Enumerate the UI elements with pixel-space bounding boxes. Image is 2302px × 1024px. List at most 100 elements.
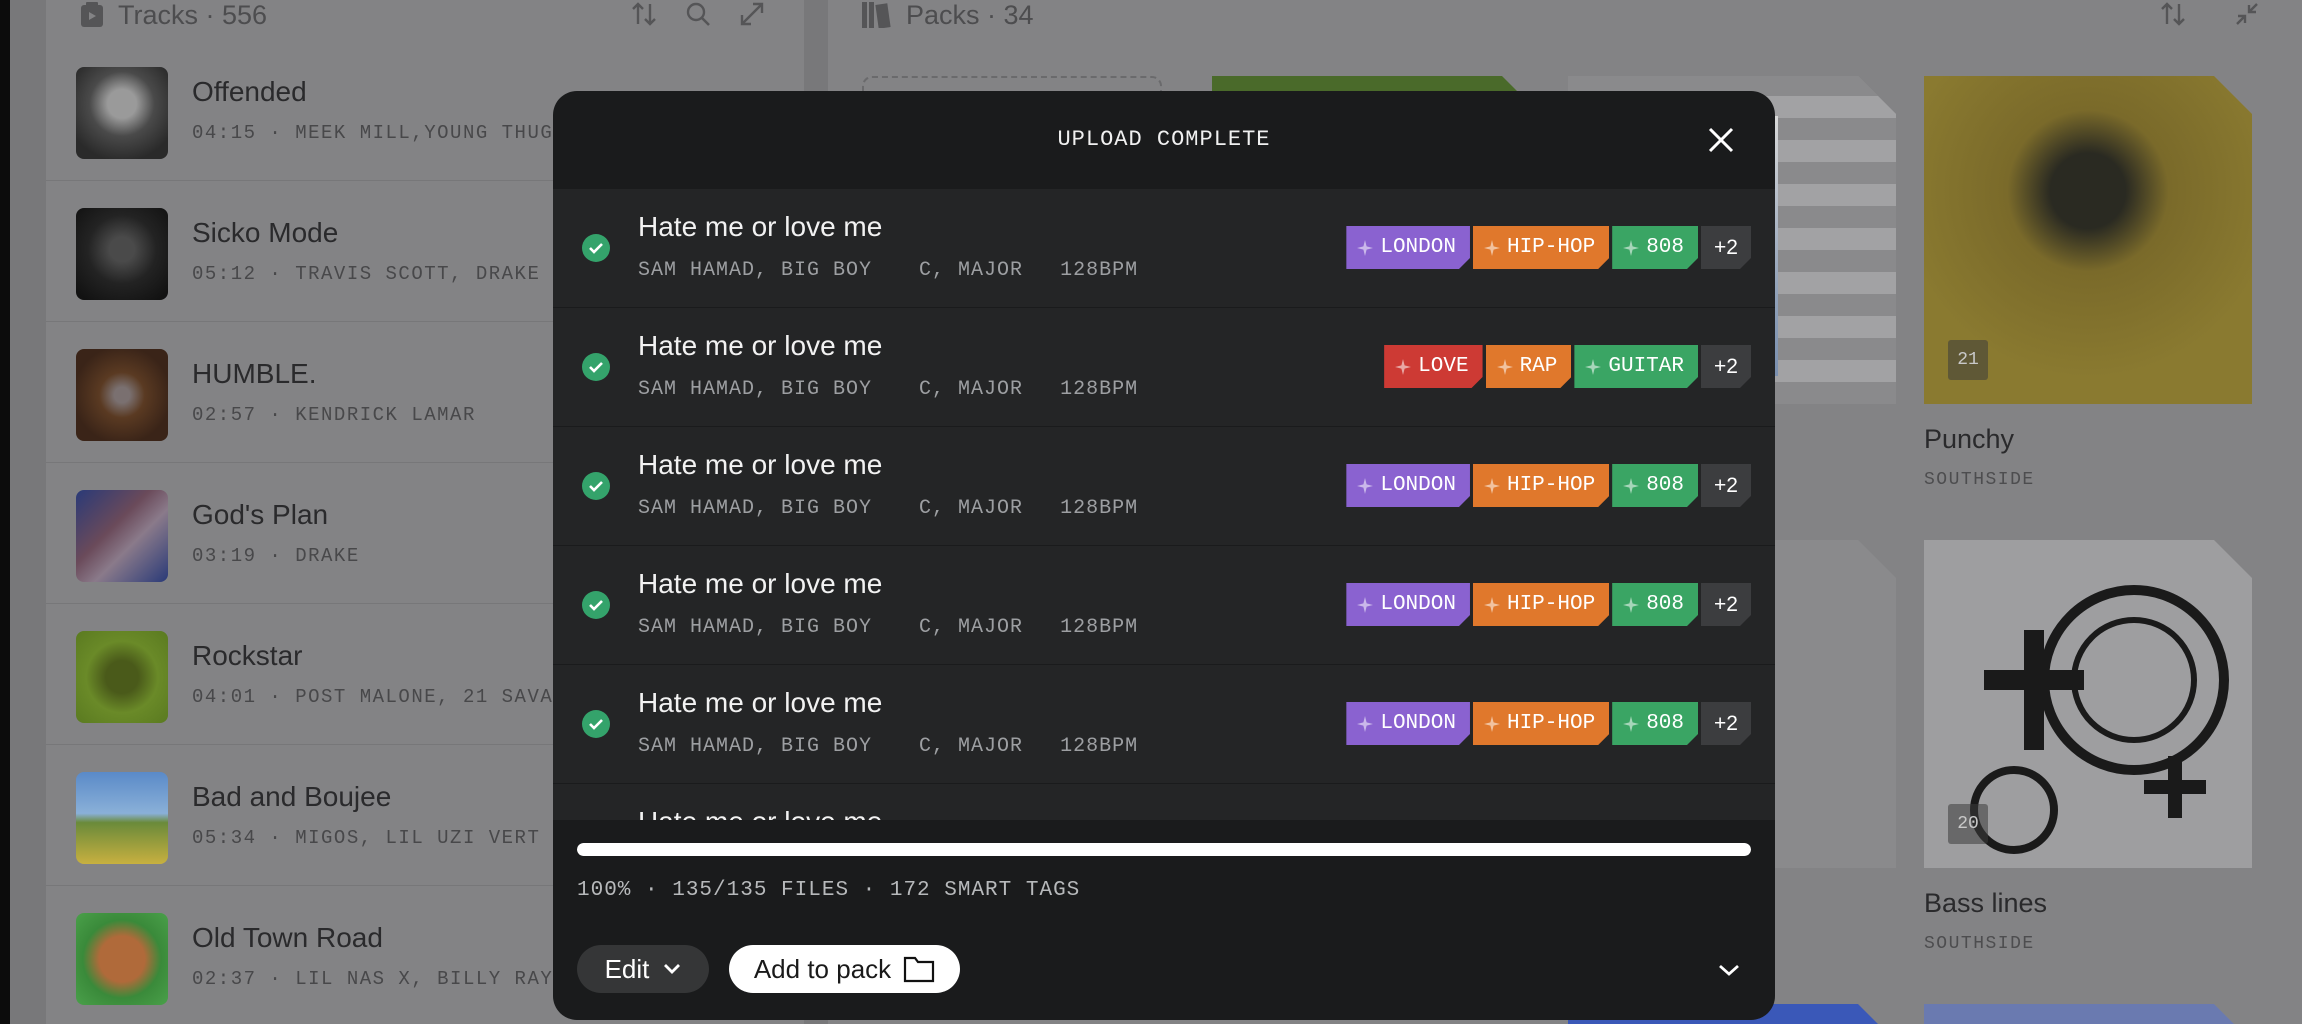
sparkle-icon: [1356, 596, 1374, 614]
pack-count-badge: 20: [1948, 804, 1988, 844]
check-circle-icon: [582, 234, 610, 262]
smart-tag[interactable]: 808: [1612, 464, 1698, 507]
tracks-panel-title: Tracks · 556: [118, 0, 268, 30]
upload-complete-modal: UPLOAD COMPLETE Hate me or love me SAM HA…: [553, 91, 1775, 1020]
folder-icon: [904, 956, 935, 983]
pack-count-badge: 21: [1948, 340, 1988, 380]
sparkle-icon: [1622, 239, 1640, 257]
track-name: God's Plan: [192, 499, 329, 530]
sort-icon[interactable]: [630, 0, 658, 28]
sparkle-icon: [1356, 477, 1374, 495]
more-tags-badge[interactable]: +2: [1701, 345, 1751, 388]
upload-track-artists: SAM HAMAD, BIG BOY: [638, 259, 873, 282]
upload-row[interactable]: Hate me or love me SAM HAMAD, BIG BOY C, M…: [553, 546, 1775, 664]
add-to-pack-button[interactable]: Add to pack: [729, 945, 960, 993]
upload-track-bpm: 128BPM: [1060, 616, 1139, 639]
close-icon[interactable]: [1706, 125, 1736, 155]
smart-tag[interactable]: RAP: [1486, 345, 1572, 388]
smart-tags: LONDON HIP-HOP 808 +2: [1346, 702, 1751, 745]
sparkle-icon: [1483, 477, 1501, 495]
upload-row[interactable]: Hate me or love me SAM HAMAD, BIG BOY C, M…: [553, 189, 1775, 307]
expand-icon[interactable]: [738, 0, 766, 28]
smart-tag[interactable]: LONDON: [1346, 226, 1470, 269]
smart-tags: LOVE RAP GUITAR +2: [1384, 345, 1751, 388]
tracks-panel-header: Tracks · 556: [80, 0, 267, 30]
track-meta: 05:12 · TRAVIS SCOTT, DRAKE: [192, 263, 541, 285]
collapse-icon[interactable]: [2233, 0, 2261, 28]
sparkle-icon: [1356, 239, 1374, 257]
sparkle-icon: [1483, 715, 1501, 733]
pack-card[interactable]: 20: [1924, 540, 2252, 868]
sort-icon[interactable]: [2159, 0, 2187, 28]
smart-tag-label: HIP-HOP: [1506, 593, 1596, 616]
smart-tag-label: LONDON: [1380, 593, 1456, 616]
track-meta: 03:19 · DRAKE: [192, 545, 360, 567]
more-tags-badge[interactable]: +2: [1701, 702, 1751, 745]
sparkle-icon: [1622, 596, 1640, 614]
upload-row[interactable]: Hate me or love me SAM HAMAD, BIG BOY C, M…: [553, 308, 1775, 426]
edit-button[interactable]: Edit: [577, 945, 709, 993]
pack-card[interactable]: 21: [1924, 76, 2252, 404]
track-meta: 02:37 · LIL NAS X, BILLY RAY CY: [192, 968, 592, 990]
window-edge: [0, 0, 10, 1024]
smart-tag[interactable]: LOVE: [1384, 345, 1482, 388]
smart-tag[interactable]: LONDON: [1346, 464, 1470, 507]
upload-track-artists: SAM HAMAD, BIG BOY: [638, 378, 873, 401]
more-tags-badge[interactable]: +2: [1701, 226, 1751, 269]
smart-tag[interactable]: HIP-HOP: [1473, 464, 1609, 507]
upload-stats: 100% · 135/135 FILES · 172 SMART TAGS: [577, 879, 1081, 902]
upload-row[interactable]: Hate me or love me SAM HAMAD, BIG BOY C, M…: [553, 427, 1775, 545]
smart-tag[interactable]: GUITAR: [1574, 345, 1698, 388]
upload-track-bpm: 128BPM: [1060, 259, 1139, 282]
upload-track-key: C, MAJOR: [919, 259, 1024, 282]
smart-tag[interactable]: LONDON: [1346, 702, 1470, 745]
search-icon[interactable]: [684, 0, 712, 28]
track-artwork: [76, 913, 168, 1005]
track-name: Rockstar: [192, 640, 303, 671]
upload-row[interactable]: Hate me or love me: [553, 784, 1775, 820]
upload-track-bpm: 128BPM: [1060, 735, 1139, 758]
more-tags-badge[interactable]: +2: [1701, 583, 1751, 626]
track-name: HUMBLE.: [192, 358, 317, 389]
smart-tag[interactable]: HIP-HOP: [1473, 583, 1609, 626]
upload-track-bpm: 128BPM: [1060, 378, 1139, 401]
smart-tag[interactable]: LONDON: [1346, 583, 1470, 626]
smart-tag[interactable]: 808: [1612, 702, 1698, 745]
track-artwork: [76, 208, 168, 300]
smart-tag-label: HIP-HOP: [1506, 712, 1596, 735]
smart-tag-label: RAP: [1519, 355, 1558, 378]
smart-tag[interactable]: 808: [1612, 583, 1698, 626]
smart-tag-label: GUITAR: [1608, 355, 1684, 378]
smart-tag-label: LONDON: [1380, 474, 1456, 497]
smart-tag-label: 808: [1646, 593, 1684, 616]
upload-track-artists: SAM HAMAD, BIG BOY: [638, 616, 873, 639]
upload-list[interactable]: Hate me or love me SAM HAMAD, BIG BOY C, M…: [553, 189, 1775, 820]
pack-title: Punchy: [1924, 424, 2015, 454]
track-name: Sicko Mode: [192, 217, 339, 248]
upload-row[interactable]: Hate me or love me SAM HAMAD, BIG BOY C, M…: [553, 665, 1775, 783]
upload-progress-bar: [577, 843, 1751, 856]
track-artwork: [76, 631, 168, 723]
track-name: Bad and Boujee: [192, 781, 392, 812]
collapse-chevron-icon[interactable]: [1717, 960, 1741, 980]
sparkle-icon: [1394, 358, 1412, 376]
check-circle-icon: [582, 472, 610, 500]
smart-tag[interactable]: HIP-HOP: [1473, 226, 1609, 269]
edit-button-label: Edit: [604, 953, 650, 984]
check-circle-icon: [582, 591, 610, 619]
upload-track-meta: SAM HAMAD, BIG BOY C, MAJOR 128BPM: [638, 616, 1138, 639]
track-meta: 04:01 · POST MALONE, 21 SAVAGE: [192, 686, 580, 708]
sparkle-icon: [1584, 358, 1602, 376]
sparkle-icon: [1483, 596, 1501, 614]
smart-tag[interactable]: HIP-HOP: [1473, 702, 1609, 745]
sparkle-icon: [1496, 358, 1514, 376]
add-to-pack-label: Add to pack: [753, 953, 892, 984]
smart-tag[interactable]: 808: [1612, 226, 1698, 269]
upload-track-name: Hate me or love me: [638, 687, 883, 718]
track-artwork: [76, 490, 168, 582]
upload-track-name: Hate me or love me: [638, 449, 883, 480]
packs-panel-title: Packs · 34: [906, 0, 1034, 30]
more-tags-badge[interactable]: +2: [1701, 464, 1751, 507]
smart-tag-label: 808: [1646, 474, 1684, 497]
pack-card[interactable]: [1924, 1004, 2252, 1024]
